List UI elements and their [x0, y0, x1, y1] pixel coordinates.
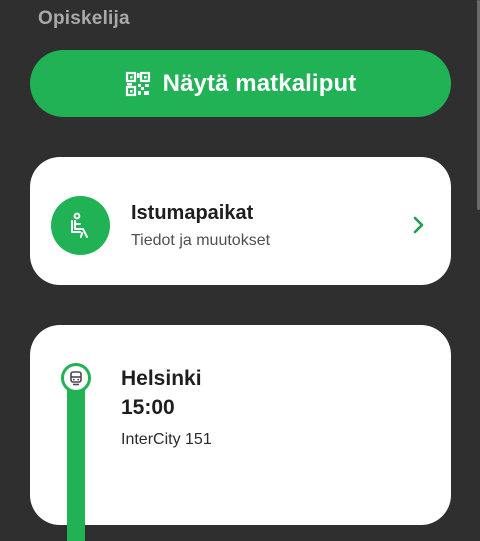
route-line	[67, 381, 85, 541]
seats-subtitle: Tiedot ja muutokset	[131, 232, 271, 249]
seat-icon-badge	[51, 196, 110, 255]
passenger-type-label: Opiskelija	[38, 8, 130, 29]
chevron-right-icon	[413, 216, 424, 234]
qr-code-icon	[125, 71, 150, 96]
show-tickets-label: Näytä matkaliput	[162, 69, 357, 97]
departure-station: Helsinki	[121, 367, 202, 390]
seats-title: Istumapaikat	[131, 202, 254, 224]
show-tickets-button[interactable]: Näytä matkaliput	[30, 50, 451, 117]
train-icon	[61, 363, 91, 393]
seat-icon	[70, 212, 88, 238]
seats-card[interactable]: Istumapaikat Tiedot ja muutokset	[30, 157, 451, 285]
departure-time: 15:00	[121, 396, 175, 419]
train-identifier: InterCity 151	[121, 431, 212, 448]
journey-card[interactable]: Helsinki 15:00 InterCity 151	[30, 325, 451, 541]
